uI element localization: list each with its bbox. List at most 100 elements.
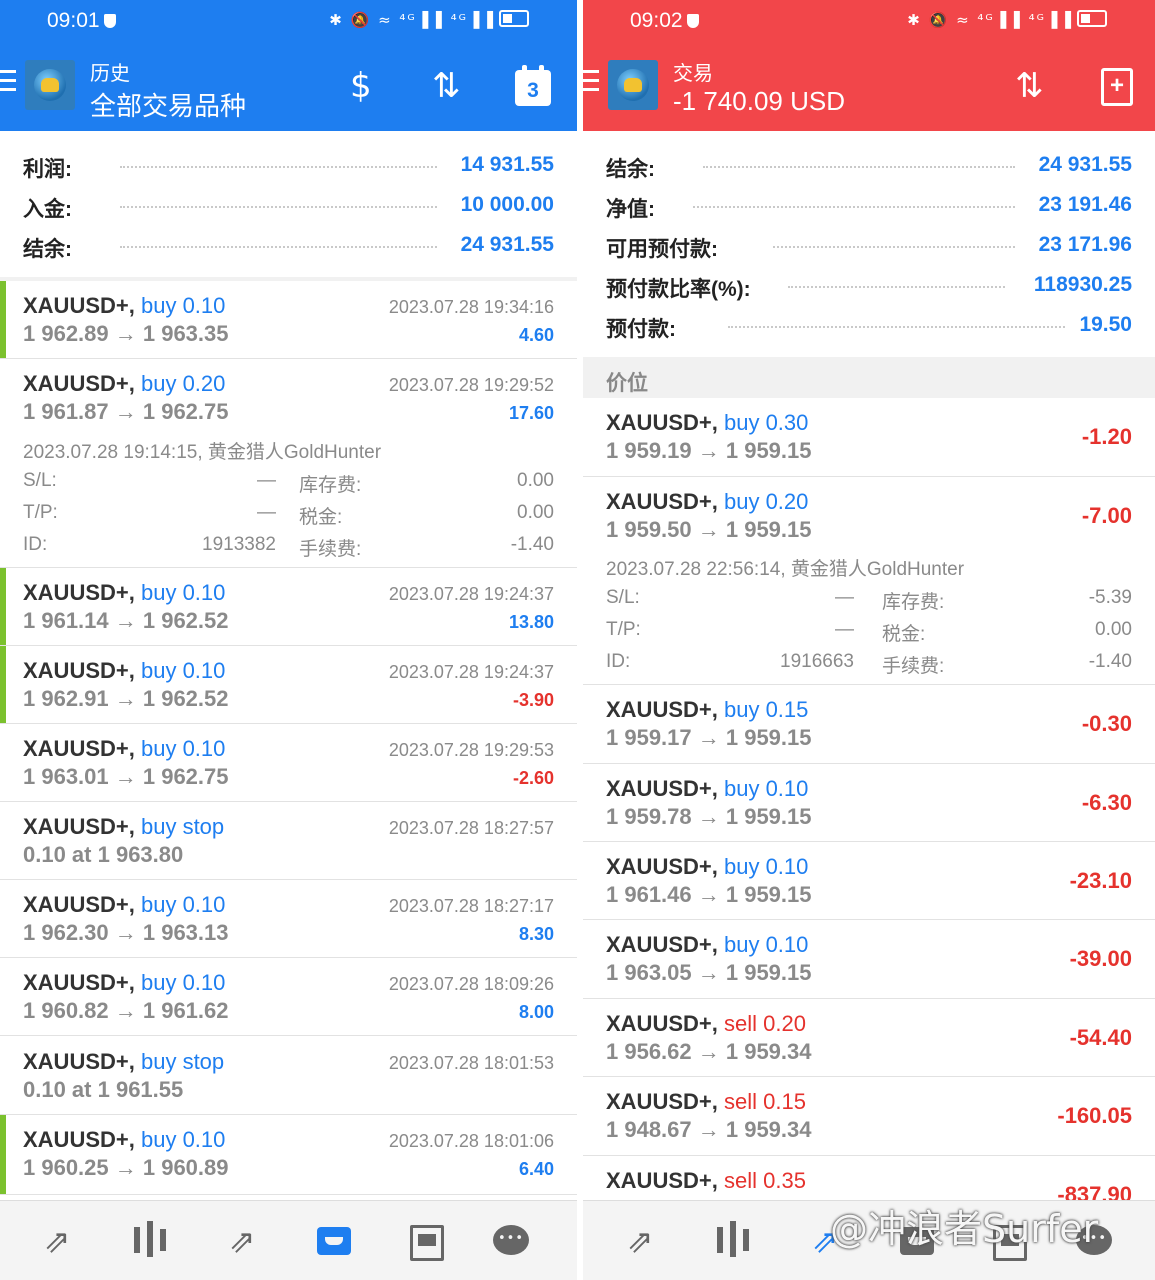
summary-row: 预付款: 19.50 — [583, 305, 1155, 345]
position-symbol: XAUUSD+, — [606, 932, 718, 957]
bottom-nav: ⇗ ⇗ — [0, 1200, 577, 1280]
summary-value: 23 171.96 — [1038, 233, 1132, 256]
position-symbol: XAUUSD+, — [606, 1011, 718, 1036]
trade-prices: 1 960.82 → 1 961.62 — [23, 998, 229, 1023]
shield-icon — [686, 14, 699, 28]
trade-side: buy 0.10 — [140, 892, 226, 917]
summary-label: 预付款比率(%): — [606, 278, 751, 301]
status-time: 09:01 — [47, 9, 116, 33]
trade-row[interactable]: XAUUSD+, buy 0.10 1 960.25 → 1 960.89 20… — [0, 1115, 577, 1195]
trade-side: buy 0.20 — [140, 371, 226, 396]
trade-symbol: XAUUSD+, — [23, 1049, 135, 1074]
position-side: buy 0.10 — [723, 854, 809, 879]
trade-symbol: XAUUSD+, — [23, 736, 135, 761]
order-row[interactable]: XAUUSD+, buy stop 0.10 at 1 963.80 2023.… — [0, 802, 577, 880]
position-symbol: XAUUSD+, — [606, 410, 718, 435]
quotes-icon[interactable]: ⇗ — [37, 1221, 77, 1261]
position-row[interactable]: XAUUSD+, buy 0.10 1 959.78 → 1 959.15 -6… — [583, 764, 1155, 842]
app-logo — [608, 60, 658, 110]
position-row[interactable]: XAUUSD+, buy 0.30 1 959.19 → 1 959.15 -1… — [583, 398, 1155, 477]
trade-symbol: XAUUSD+, — [23, 293, 135, 318]
position-symbol: XAUUSD+, — [606, 489, 718, 514]
position-row[interactable]: XAUUSD+, sell 0.20 1 956.62 → 1 959.34 -… — [583, 999, 1155, 1077]
position-side: buy 0.30 — [723, 410, 809, 435]
trade-side: buy 0.10 — [140, 658, 226, 683]
position-row-expanded[interactable]: XAUUSD+, buy 0.20 1 959.50 → 1 959.15 -7… — [583, 477, 1155, 685]
trade-symbol: XAUUSD+, — [23, 580, 135, 605]
trade-profit: 8.00 — [518, 1002, 554, 1022]
trade-time: 2023.07.28 18:27:17 — [388, 896, 554, 916]
position-symbol: XAUUSD+, — [606, 1089, 718, 1114]
position-symbol: XAUUSD+, — [606, 854, 718, 879]
chart-icon[interactable] — [713, 1221, 753, 1261]
trade-prices: 0.10 at 1 963.80 — [23, 842, 184, 867]
trade-time: 2023.07.28 19:29:52 — [388, 375, 554, 395]
position-side: buy 0.10 — [723, 932, 809, 957]
history-screen: 09:01 ✱ 🔕 ≈ ⁴ᴳ▐▐ ⁴ᴳ▐▐ 历史 全部交易品种 $ ⇅ 3 利润… — [0, 0, 577, 1280]
trade-side: buy 0.10 — [140, 970, 226, 995]
chat-icon[interactable] — [491, 1221, 531, 1261]
trade-row-expanded[interactable]: XAUUSD+, buy 0.20 1 961.87 → 1 962.75 20… — [0, 359, 577, 568]
history-icon[interactable] — [314, 1221, 354, 1261]
summary-label: 结余: — [606, 158, 655, 181]
trade-prices: 0.10 at 1 961.55 — [23, 1077, 184, 1102]
trade-time: 2023.07.28 18:01:53 — [388, 1053, 554, 1073]
status-time: 09:02 — [630, 9, 699, 33]
trade-row[interactable]: XAUUSD+, buy 0.10 1 962.89 → 1 963.35 20… — [0, 281, 577, 359]
trade-row[interactable]: XAUUSD+, buy 0.10 1 963.01 → 1 962.75 20… — [0, 724, 577, 802]
trade-header: 09:02 ✱ 🔕 ≈ ⁴ᴳ▐▐ ⁴ᴳ▐▐ 交易 -1 740.09 USD ⇅… — [583, 0, 1155, 131]
summary-row: 入金: 10 000.00 — [0, 185, 577, 225]
trade-icon[interactable]: ⇗ — [222, 1221, 262, 1261]
summary-value: 14 931.55 — [460, 153, 554, 176]
summary-label: 入金: — [23, 198, 72, 221]
dollar-refresh-icon[interactable]: $ — [350, 66, 372, 106]
trade-prices: 1 960.25 → 1 960.89 — [23, 1155, 229, 1180]
news-icon[interactable] — [406, 1221, 446, 1261]
battery-icon — [1077, 10, 1107, 27]
trade-row[interactable]: XAUUSD+, buy 0.10 1 961.14 → 1 962.52 20… — [0, 568, 577, 646]
position-row[interactable]: XAUUSD+, buy 0.10 1 961.46 → 1 959.15 -2… — [583, 842, 1155, 920]
header-subtitle: 交易 — [673, 63, 713, 85]
position-side: buy 0.15 — [723, 697, 809, 722]
summary-row: 利润: 14 931.55 — [0, 145, 577, 185]
position-profit: -160.05 — [1057, 1103, 1132, 1128]
position-prices: 1 961.46 → 1 959.15 — [606, 882, 812, 907]
position-prices: 1 963.05 → 1 959.15 — [606, 960, 812, 985]
trade-symbol: XAUUSD+, — [23, 970, 135, 995]
trade-time: 2023.07.28 19:34:16 — [388, 297, 554, 317]
positions-section-header: 价位 — [583, 357, 1155, 404]
position-side: buy 0.10 — [723, 776, 809, 801]
position-comment: 2023.07.28 22:56:14, 黄金猎人GoldHunter — [606, 559, 965, 580]
position-row[interactable]: XAUUSD+, buy 0.10 1 963.05 → 1 959.15 -3… — [583, 920, 1155, 999]
detail-row: T/P: — 税金: 0.00 — [606, 619, 1132, 645]
trade-row[interactable]: XAUUSD+, buy 0.10 1 962.91 → 1 962.52 20… — [0, 646, 577, 724]
position-side: buy 0.20 — [723, 489, 809, 514]
trade-time: 2023.07.28 18:01:06 — [388, 1131, 554, 1151]
detail-row: S/L: — 库存费: 0.00 — [23, 470, 554, 496]
trade-row[interactable]: XAUUSD+, buy 0.10 1 960.82 → 1 961.62 20… — [0, 958, 577, 1036]
position-row[interactable]: XAUUSD+, sell 0.15 1 948.67 → 1 959.34 -… — [583, 1077, 1155, 1156]
account-summary: 结余: 24 931.55 净值: 23 191.46 可用预付款: 23 17… — [583, 131, 1155, 357]
new-order-icon[interactable]: + — [1101, 68, 1133, 106]
summary-value: 23 191.46 — [1038, 193, 1132, 216]
position-profit: -39.00 — [1069, 946, 1132, 971]
menu-icon[interactable] — [583, 70, 599, 97]
header-title[interactable]: 全部交易品种 — [90, 86, 246, 123]
order-row[interactable]: XAUUSD+, buy stop 0.10 at 1 961.55 2023.… — [0, 1037, 577, 1115]
trade-screen: 09:02 ✱ 🔕 ≈ ⁴ᴳ▐▐ ⁴ᴳ▐▐ 交易 -1 740.09 USD ⇅… — [583, 0, 1155, 1280]
position-row[interactable]: XAUUSD+, buy 0.15 1 959.17 → 1 959.15 -0… — [583, 685, 1155, 764]
position-prices: 1 956.62 → 1 959.34 — [606, 1039, 812, 1064]
chart-icon[interactable] — [130, 1221, 170, 1261]
menu-icon[interactable] — [0, 70, 16, 97]
summary-value: 19.50 — [1079, 313, 1132, 336]
trade-row[interactable]: XAUUSD+, buy 0.10 1 962.30 → 1 963.13 20… — [0, 880, 577, 958]
status-icons: ✱ 🔕 ≈ ⁴ᴳ▐▐ ⁴ᴳ▐▐ — [907, 10, 1107, 29]
battery-icon — [499, 10, 529, 27]
calendar-icon[interactable]: 3 — [515, 65, 551, 106]
sort-icon[interactable]: ⇅ — [432, 66, 461, 106]
sort-icon[interactable]: ⇅ — [1015, 66, 1044, 106]
trade-prices: 1 962.89 → 1 963.35 — [23, 321, 229, 346]
summary-label: 净值: — [606, 198, 655, 221]
quotes-icon[interactable]: ⇗ — [620, 1221, 660, 1261]
position-profit: -54.40 — [1069, 1025, 1132, 1050]
